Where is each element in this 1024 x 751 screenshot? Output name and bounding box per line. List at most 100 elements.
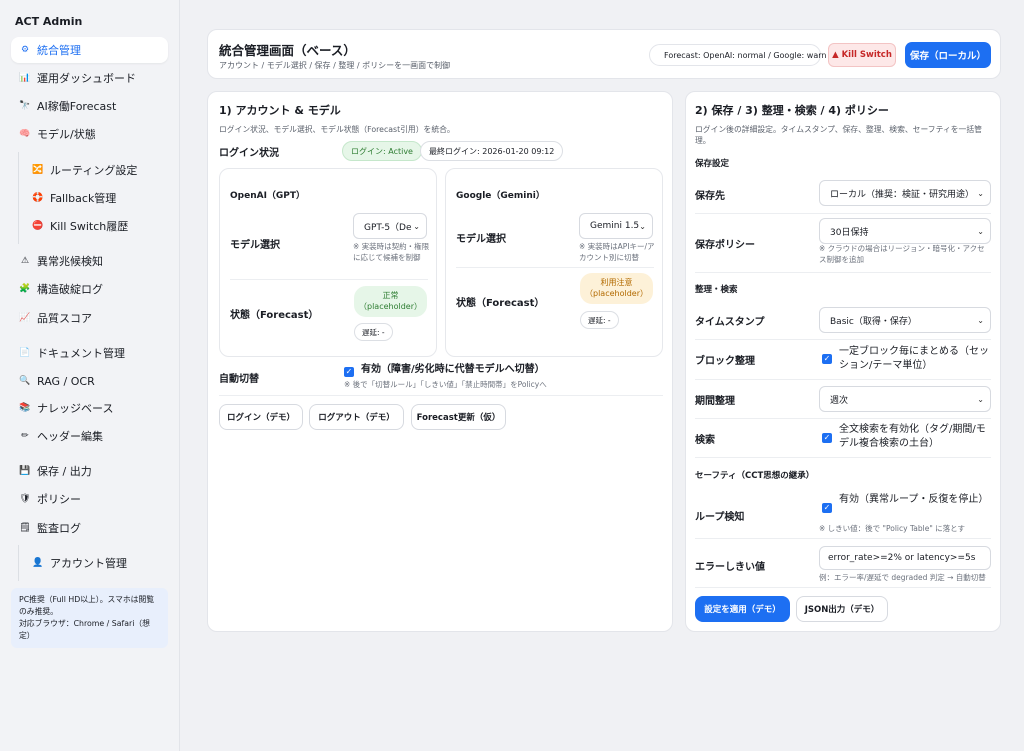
forecast-refresh-button[interactable]: Forecast更新（仮） [411,404,506,430]
sidebar-item-label: ナレッジベース [37,402,114,415]
account-model-panel: 1) アカウント & モデル ログイン状況、モデル選択、モデル状態（Foreca… [207,91,673,632]
save-policy-label: 保存ポリシー [695,240,755,251]
sidebar-item-fallback[interactable]: 🛟 Fallback管理 [24,185,168,211]
divider [695,587,991,588]
chevron-down-icon: ⌄ [977,395,984,404]
shuffle-icon: 🔀 [32,165,44,175]
sidebar-item-dashboard[interactable]: 📊 運用ダッシュボード [11,65,168,91]
panel-subtitle: ログイン状況、モデル選択、モデル状態（Forecast引用）を統合。 [219,125,455,134]
sidebar-item-label: ルーティング設定 [50,164,138,177]
last-login-badge: 最終ログイン: 2026-01-20 09:12 [420,141,564,161]
floppy-icon: 💾 [19,466,31,476]
sidebar-item-audit-log[interactable]: 🗒 監査ログ [11,515,168,541]
panel-title: 2) 保存 / 3) 整理・検索 / 4) ポリシー [695,104,889,117]
divider [695,339,991,340]
openai-model-hint: ※ 実装時は契約・権限に応じて候補を制御 [353,242,430,262]
block-org-checkbox[interactable]: ✓ [822,354,832,364]
google-state-label: 状態（Forecast） [456,298,545,309]
auto-switch-label: 自動切替 [219,374,259,385]
auto-switch-text: 有効（障害/劣化時に代替モデルへ切替） [361,364,545,375]
block-org-label: ブロック整理 [695,356,755,367]
sidebar-item-label: ポリシー [37,493,81,506]
sidebar-item-label: Fallback管理 [50,192,117,205]
sidebar-item-structure-log[interactable]: 🧩 構造破綻ログ [11,276,168,302]
chevron-down-icon: ⌄ [977,316,984,325]
safety-section-title: セーフティ（CCT思想の継承） [695,471,815,481]
search-icon: 🔍 [19,376,31,386]
sidebar-item-killswitch-history[interactable]: ⛔ Kill Switch履歴 [24,213,168,239]
sidebar-item-header-edit[interactable]: ✏ ヘッダー編集 [11,423,168,449]
brain-icon: 🧠 [19,129,31,139]
search-checkbox[interactable]: ✓ [822,433,832,443]
telescope-icon: 🔭 [19,101,31,111]
login-demo-button[interactable]: ログイン（デモ） [219,404,303,430]
sidebar-item-documents[interactable]: 📄 ドキュメント管理 [11,340,168,366]
sidebar-item-save-export[interactable]: 💾 保存 / 出力 [11,458,168,484]
period-org-label: 期間整理 [695,396,735,407]
save-local-button[interactable]: 保存（ローカル） [905,42,991,68]
sidebar: ACT Admin ⚙ 統合管理 📊 運用ダッシュボード 🔭 AI稼働Forecast… [0,0,180,751]
warning-icon: ⚠ [20,256,30,266]
openai-title: OpenAI（GPT） [230,191,306,201]
kill-switch-button[interactable]: ▲ Kill Switch [828,43,896,67]
sidebar-item-quality[interactable]: 📈 品質スコア [11,305,168,331]
error-threshold-input[interactable]: error_rate>=2% or latency>=5s [819,546,991,570]
trend-icon: 📈 [19,313,31,323]
apply-settings-button[interactable]: 設定を適用（デモ） [695,596,790,622]
save-dest-label: 保存先 [695,191,725,202]
google-model-hint: ※ 実装時はAPIキー/アカウント別に切替 [579,242,655,262]
forecast-status-text: Forecast: OpenAI: normal / Google: warn [664,50,827,60]
forecast-status-pill: Forecast: OpenAI: normal / Google: warn [649,44,826,66]
sidebar-item-accounts[interactable]: 👤 アカウント管理 [24,550,168,576]
sidebar-item-label: アカウント管理 [50,557,127,570]
openai-latency-pill: 遅延: - [354,323,393,341]
divider [695,457,991,458]
page-subtitle: アカウント / モデル選択 / 保存 / 整理 / ポリシーを一画面で制御 [219,61,451,70]
sidebar-item-label: 統合管理 [37,44,81,57]
save-dest-value: ローカル（推奨：検証・研究用途） [830,189,975,200]
divider [230,279,428,280]
login-status-label: ログイン状況 [219,148,279,159]
sidebar-item-label: Kill Switch履歴 [50,220,129,233]
auto-switch-hint: ※ 後で「切替ルール」「しきい値」「禁止時間帯」をPolicyへ [344,380,547,389]
sidebar-item-label: 保存 / 出力 [37,465,92,478]
sidebar-item-label: RAG / OCR [37,374,95,388]
google-card: Google（Gemini） モデル選択 Gemini 1.5 ⌄ ※ 実装時はA… [445,168,663,357]
logout-demo-button[interactable]: ログアウト（デモ） [309,404,404,430]
google-title: Google（Gemini） [456,191,545,201]
save-dest-select[interactable]: ローカル（推奨：検証・研究用途） ⌄ [819,180,991,206]
lifebuoy-icon: 🛟 [32,193,44,203]
period-org-select[interactable]: 週次 ⌄ [819,386,991,412]
sidebar-item-anomaly[interactable]: ⚠ 異常兆候検知 [11,248,168,274]
browser-note: PC推奨（Full HD以上）。スマホは閲覧のみ推奨。 対応ブラウザ：Chrom… [11,588,168,648]
user-icon: 👤 [32,558,44,568]
save-policy-value: 30日保持 [830,227,869,238]
error-threshold-hint: 例：エラー率/遅延で degraded 判定 → 自動切替 [819,573,986,582]
openai-model-label: モデル選択 [230,240,280,251]
sidebar-item-rag-ocr[interactable]: 🔍 RAG / OCR [11,368,168,394]
sidebar-item-forecast[interactable]: 🔭 AI稼働Forecast [11,93,168,119]
pencil-icon: ✏ [21,431,29,441]
submenu-divider [18,152,19,244]
divider [219,395,663,396]
json-export-button[interactable]: JSON出力（デモ） [796,596,888,622]
sidebar-item-knowledge[interactable]: 📚 ナレッジベース [11,395,168,421]
loop-detect-checkbox[interactable]: ✓ [822,503,832,513]
divider [695,272,991,273]
openai-model-select[interactable]: GPT-5（De ⌄ [353,213,427,239]
sidebar-item-model-status[interactable]: 🧠 モデル/状態 [11,121,168,147]
period-org-value: 週次 [830,395,849,406]
timestamp-select[interactable]: Basic（取得・保存） ⌄ [819,307,991,333]
google-model-select[interactable]: Gemini 1.5 ⌄ [579,213,653,239]
google-model-label: モデル選択 [456,234,506,245]
sidebar-item-routing[interactable]: 🔀 ルーティング設定 [24,157,168,183]
sidebar-item-policy[interactable]: 🛡 ポリシー [11,486,168,512]
sidebar-item-label: 運用ダッシュボード [37,72,136,85]
block-org-text: 一定ブロック毎にまとめる（セッション/テーマ単位） [839,346,989,371]
save-policy-select[interactable]: 30日保持 ⌄ [819,218,991,244]
notepad-icon: 🗒 [19,523,31,533]
auto-switch-checkbox[interactable]: ✓ [344,367,354,377]
loop-detect-hint: ※ しきい値：後で "Policy Table" に落とす [819,524,965,533]
gear-icon: ⚙ [20,45,30,55]
sidebar-item-integrated[interactable]: ⚙ 統合管理 [11,37,168,63]
